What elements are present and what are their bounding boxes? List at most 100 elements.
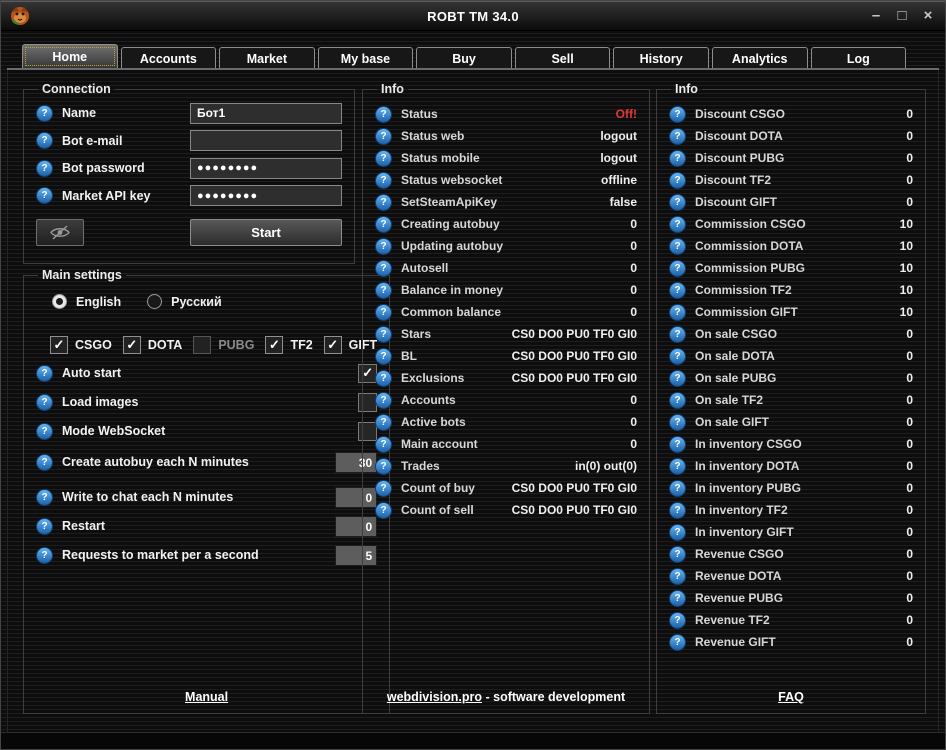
maximize-button[interactable]: □ [893, 7, 911, 25]
tab-buy[interactable]: Buy [416, 47, 512, 69]
tab-accounts[interactable]: Accounts [121, 47, 217, 69]
help-icon[interactable] [36, 187, 53, 204]
email-input[interactable] [190, 130, 342, 151]
info-row: Count of sell CS0 DO0 PU0 TF0 GI0 [375, 499, 637, 521]
tab-home[interactable]: Home [22, 44, 118, 69]
checkbox-tf2[interactable]: TF2 [265, 336, 312, 354]
help-icon[interactable] [375, 194, 392, 211]
tab-market[interactable]: Market [219, 47, 315, 69]
help-icon[interactable] [375, 436, 392, 453]
help-icon[interactable] [36, 454, 53, 471]
help-icon[interactable] [669, 546, 686, 563]
help-icon[interactable] [375, 128, 392, 145]
help-icon[interactable] [669, 524, 686, 541]
help-icon[interactable] [669, 392, 686, 409]
help-icon[interactable] [669, 370, 686, 387]
help-icon[interactable] [375, 502, 392, 519]
info-row-value: logout [600, 151, 637, 165]
help-icon[interactable] [375, 216, 392, 233]
name-input[interactable] [190, 103, 342, 124]
help-icon[interactable] [669, 568, 686, 585]
help-icon[interactable] [375, 106, 392, 123]
help-icon[interactable] [375, 326, 392, 343]
manual-link[interactable]: Manual [185, 690, 228, 704]
help-icon[interactable] [669, 612, 686, 629]
help-icon[interactable] [669, 634, 686, 651]
checkbox-pubg[interactable]: PUBG [193, 336, 254, 354]
help-icon[interactable] [375, 480, 392, 497]
api-key-input[interactable] [190, 185, 342, 206]
help-icon[interactable] [375, 282, 392, 299]
help-icon[interactable] [669, 502, 686, 519]
radio-russian[interactable]: Русский [147, 294, 222, 309]
help-icon[interactable] [669, 260, 686, 277]
tab-sell[interactable]: Sell [515, 47, 611, 69]
help-icon[interactable] [669, 238, 686, 255]
help-icon[interactable] [36, 365, 53, 382]
help-icon[interactable] [36, 394, 53, 411]
webdivision-link[interactable]: webdivision.pro [387, 690, 482, 704]
help-icon[interactable] [375, 392, 392, 409]
restart-row: Restart [36, 516, 377, 537]
help-icon[interactable] [669, 194, 686, 211]
help-icon[interactable] [669, 480, 686, 497]
checkbox-csgo[interactable]: CSGO [50, 336, 112, 354]
info-row-label: Stars [401, 327, 431, 341]
info-row-label: Updating autobuy [401, 239, 503, 253]
help-icon[interactable] [669, 172, 686, 189]
info-row-value: 0 [906, 459, 913, 473]
help-icon[interactable] [669, 106, 686, 123]
help-icon[interactable] [669, 590, 686, 607]
help-icon[interactable] [36, 489, 53, 506]
help-icon[interactable] [375, 370, 392, 387]
help-icon[interactable] [669, 414, 686, 431]
help-icon[interactable] [669, 348, 686, 365]
help-icon[interactable] [375, 150, 392, 167]
help-icon[interactable] [36, 423, 53, 440]
info-row: BL CS0 DO0 PU0 TF0 GI0 [375, 345, 637, 367]
help-icon[interactable] [375, 172, 392, 189]
tab-history[interactable]: History [613, 47, 709, 69]
radio-english[interactable]: English [52, 294, 121, 309]
start-button[interactable]: Start [190, 219, 342, 246]
help-icon[interactable] [669, 128, 686, 145]
help-icon[interactable] [36, 160, 53, 177]
minimize-button[interactable]: – [867, 7, 885, 25]
tab-my-base[interactable]: My base [318, 47, 414, 69]
help-icon[interactable] [669, 326, 686, 343]
help-icon[interactable] [669, 150, 686, 167]
info-row-label: Discount PUBG [695, 151, 784, 165]
faq-link[interactable]: FAQ [778, 690, 804, 704]
show-password-button[interactable] [36, 219, 84, 246]
help-icon[interactable] [375, 458, 392, 475]
help-icon[interactable] [669, 282, 686, 299]
info-row-label: BL [401, 349, 417, 363]
tab-log[interactable]: Log [811, 47, 907, 69]
help-icon[interactable] [36, 518, 53, 535]
window-controls: – □ × [867, 7, 937, 25]
help-icon[interactable] [669, 304, 686, 321]
info-row-value: 0 [630, 239, 637, 253]
help-icon[interactable] [375, 238, 392, 255]
help-icon[interactable] [669, 436, 686, 453]
password-input[interactable] [190, 158, 342, 179]
help-icon[interactable] [669, 216, 686, 233]
help-icon[interactable] [36, 105, 53, 122]
info-row-value: 10 [900, 305, 913, 319]
info-row-value: 0 [906, 327, 913, 341]
help-icon[interactable] [36, 132, 53, 149]
help-icon[interactable] [36, 547, 53, 564]
info-row: Creating autobuy 0 [375, 213, 637, 235]
help-icon[interactable] [375, 304, 392, 321]
checkbox-dota[interactable]: DOTA [123, 336, 183, 354]
info-row-label: Revenue GIFT [695, 635, 776, 649]
help-icon[interactable] [375, 348, 392, 365]
info-row-value: 0 [906, 525, 913, 539]
help-icon[interactable] [375, 414, 392, 431]
help-icon[interactable] [669, 458, 686, 475]
info-row-value: 0 [906, 349, 913, 363]
help-icon[interactable] [375, 260, 392, 277]
tab-analytics[interactable]: Analytics [712, 47, 808, 69]
close-button[interactable]: × [919, 7, 937, 25]
info-row-label: On sale CSGO [695, 327, 777, 341]
